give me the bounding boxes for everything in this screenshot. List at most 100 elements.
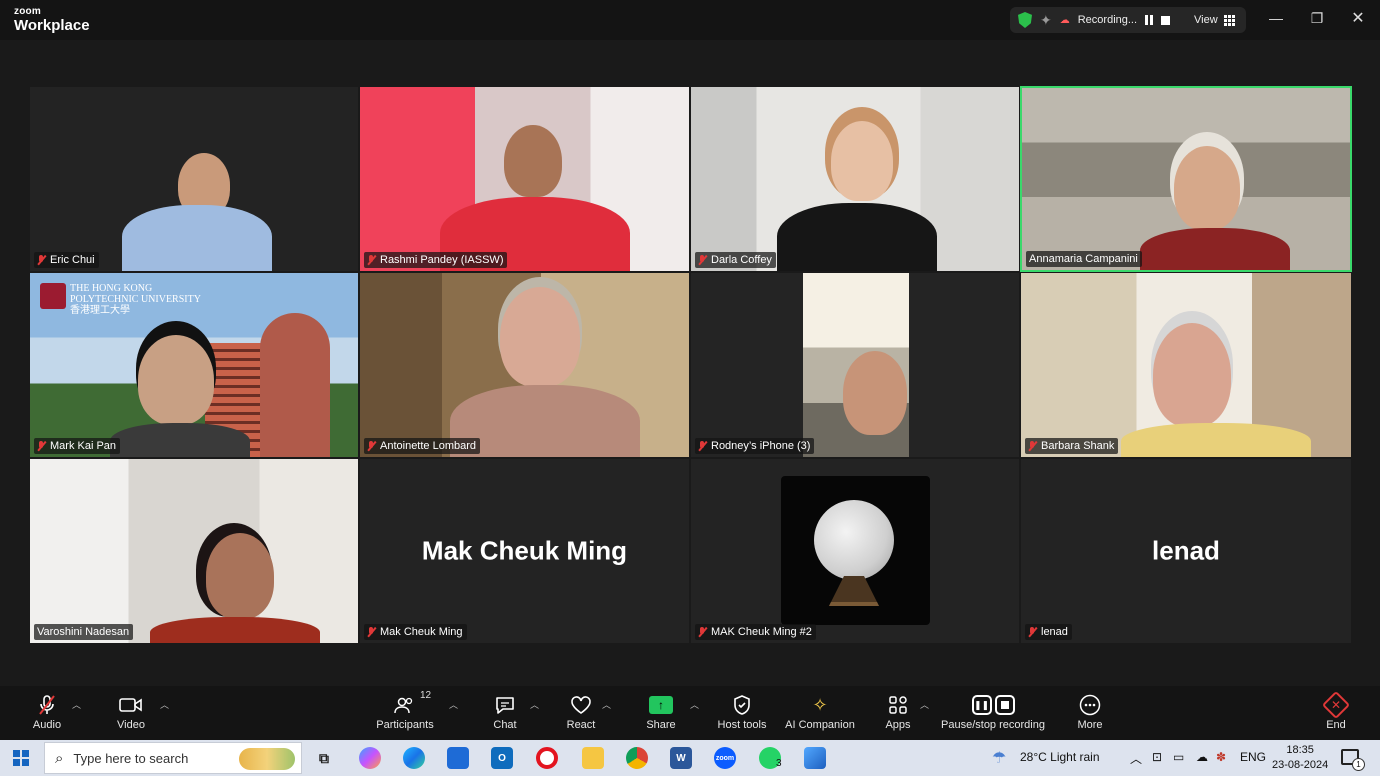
participant-name-tag: lenad xyxy=(1025,624,1072,640)
participants-label: Participants xyxy=(376,719,434,731)
pause-stop-recording-button[interactable]: ❚❚ Pause/stop recording xyxy=(938,694,1048,731)
participants-options-chevron-icon[interactable]: ︿ xyxy=(449,698,458,711)
participant-tile-active-speaker[interactable]: Annamaria Campanini xyxy=(1020,86,1352,272)
participant-face xyxy=(843,351,907,435)
brand-bottom: Workplace xyxy=(14,17,90,34)
edge-browser-icon[interactable] xyxy=(403,747,425,769)
participant-tile[interactable]: Mak Cheuk Ming Mak Cheuk Ming xyxy=(359,458,690,644)
battery-icon[interactable]: ▭ xyxy=(1173,750,1184,764)
heart-react-icon xyxy=(564,694,598,716)
photos-icon[interactable] xyxy=(804,747,826,769)
taskbar-search-input[interactable]: ⌕ Type here to search xyxy=(44,742,302,774)
outlook-icon[interactable]: O xyxy=(491,747,513,769)
chrome-browser-icon[interactable] xyxy=(626,747,648,769)
audio-options-chevron-icon[interactable]: ︿ xyxy=(72,698,81,711)
view-button[interactable]: View xyxy=(1194,14,1235,26)
participant-name-tag: Varoshini Nadesan xyxy=(34,624,134,640)
shield-icon xyxy=(714,694,770,716)
windows-taskbar: ⌕ Type here to search ⧉ O W zoom 3 ☂ 28°… xyxy=(0,740,1380,776)
store-icon[interactable] xyxy=(447,747,469,769)
chat-button[interactable]: Chat xyxy=(488,694,522,731)
participants-count-badge: 12 xyxy=(420,690,432,701)
mic-muted-icon xyxy=(1028,627,1037,637)
participants-button[interactable]: 12 Participants xyxy=(372,690,438,731)
react-options-chevron-icon[interactable]: ︿ xyxy=(602,698,611,711)
word-icon[interactable]: W xyxy=(670,747,692,769)
video-button[interactable]: Video xyxy=(112,694,150,731)
mic-muted-icon xyxy=(1028,441,1037,451)
apps-options-chevron-icon[interactable]: ︿ xyxy=(920,698,929,711)
windows-start-icon[interactable] xyxy=(13,750,29,766)
pause-recording-icon[interactable] xyxy=(1145,15,1154,25)
search-placeholder: Type here to search xyxy=(73,750,189,766)
more-ellipsis-icon xyxy=(1073,694,1107,716)
chat-options-chevron-icon[interactable]: ︿ xyxy=(530,698,539,711)
weather-rain-icon: ☂ xyxy=(992,750,1007,767)
chevron-up-icon[interactable]: ︿ xyxy=(1130,750,1142,767)
mic-muted-icon xyxy=(367,441,376,451)
minimize-icon[interactable]: — xyxy=(1266,10,1286,26)
pause-stop-icon: ❚❚ xyxy=(938,694,1048,716)
participant-tile[interactable]: THE HONG KONG POLYTECHNIC UNIVERSITY 香港理… xyxy=(29,272,359,458)
participant-video-body xyxy=(1140,228,1290,270)
participant-tile[interactable]: lenad lenad xyxy=(1020,458,1352,644)
participant-name-tag: Darla Coffey xyxy=(695,252,776,268)
language-indicator[interactable]: ENG xyxy=(1240,750,1266,764)
weather-text[interactable]: 28°C Light rain xyxy=(1020,750,1100,764)
participant-tile[interactable]: MAK Cheuk Ming #2 xyxy=(690,458,1020,644)
close-icon[interactable]: ✕ xyxy=(1348,8,1368,28)
participant-tile[interactable]: Barbara Shank xyxy=(1020,272,1352,458)
participant-name: Mak Cheuk Ming xyxy=(380,626,463,638)
zoom-taskbar-icon[interactable]: zoom xyxy=(714,747,736,769)
share-options-chevron-icon[interactable]: ︿ xyxy=(690,698,699,711)
react-button[interactable]: React xyxy=(564,694,598,731)
more-button[interactable]: More xyxy=(1073,694,1107,731)
stop-recording-icon[interactable] xyxy=(1161,15,1171,25)
participant-tile[interactable]: Eric Chui xyxy=(29,86,359,272)
participant-video xyxy=(1174,146,1240,230)
participant-tile[interactable]: Darla Coffey xyxy=(690,86,1020,272)
more-label: More xyxy=(1077,719,1103,731)
participant-video xyxy=(1153,323,1231,427)
participant-video xyxy=(803,273,909,457)
background-tower xyxy=(260,313,330,457)
end-meeting-button[interactable]: ✕ End xyxy=(1321,690,1351,731)
copilot-icon[interactable] xyxy=(359,747,381,769)
clock-time: 18:35 xyxy=(1286,744,1314,756)
logo-line3: 香港理工大學 xyxy=(70,305,130,316)
participant-name: Barbara Shank xyxy=(1041,440,1115,452)
participant-tile[interactable]: Rashmi Pandey (IASSW) xyxy=(359,86,690,272)
participant-name: Eric Chui xyxy=(50,254,95,266)
opera-browser-icon[interactable] xyxy=(536,747,558,769)
participant-video-body xyxy=(1121,423,1311,457)
audio-button[interactable]: Audio xyxy=(27,694,67,731)
usb-device-icon[interactable]: ⊡ xyxy=(1152,750,1162,764)
task-view-icon[interactable]: ⧉ xyxy=(313,747,335,769)
ai-companion-button[interactable]: ✧ AI Companion xyxy=(782,694,858,732)
host-tools-button[interactable]: Host tools xyxy=(714,694,770,731)
video-options-chevron-icon[interactable]: ︿ xyxy=(160,698,169,711)
participant-video-body xyxy=(122,205,272,271)
share-screen-icon: ↑ xyxy=(644,694,678,716)
security-shield-icon[interactable] xyxy=(1018,12,1032,28)
system-clock[interactable]: 18:35 23-08-2024 xyxy=(1272,743,1328,773)
apps-button[interactable]: Apps xyxy=(882,694,914,731)
app-tray-icon[interactable]: ✽ xyxy=(1216,750,1226,764)
participant-avatar-image xyxy=(781,476,930,625)
video-camera-icon xyxy=(112,694,150,716)
participant-display-name: lenad xyxy=(1152,535,1220,566)
chat-label: Chat xyxy=(493,719,517,731)
sparkle-icon: ✧ xyxy=(812,694,828,715)
participant-name-tag: MAK Cheuk Ming #2 xyxy=(695,624,816,640)
participant-tile[interactable]: Rodney’s iPhone (3) xyxy=(690,272,1020,458)
moon-lamp-stand xyxy=(829,576,879,606)
file-explorer-icon[interactable] xyxy=(582,747,604,769)
ai-sparkle-icon[interactable]: ✦ xyxy=(1040,12,1052,29)
participant-tile[interactable]: Antoinette Lombard xyxy=(359,272,690,458)
restore-icon[interactable]: ❐ xyxy=(1307,10,1327,27)
university-logo-icon xyxy=(40,283,66,309)
participant-tile[interactable]: Varoshini Nadesan xyxy=(29,458,359,644)
participant-name-tag: Rodney’s iPhone (3) xyxy=(695,438,815,454)
share-button[interactable]: ↑ Share xyxy=(644,694,678,731)
onedrive-cloud-icon[interactable]: ☁ xyxy=(1196,750,1208,764)
